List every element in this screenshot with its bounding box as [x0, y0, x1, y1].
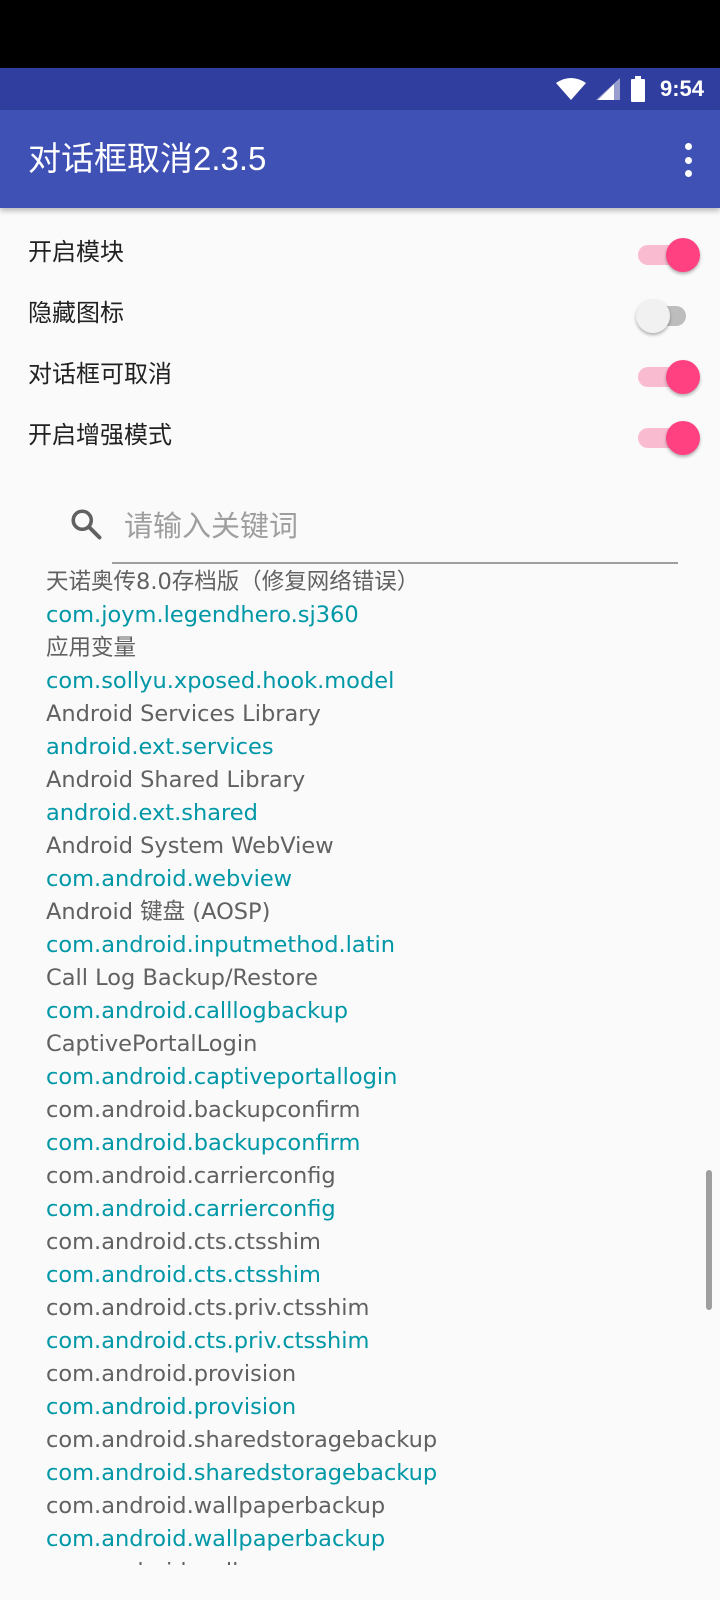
app-name: com.android.backupconfirm	[46, 1097, 361, 1123]
settings-list: 开启模块 隐藏图标 对话框可取消 开启增强模式	[0, 222, 720, 466]
app-name: CaptivePortalLogin	[46, 1031, 258, 1057]
app-package-name[interactable]: com.android.carrierconfig	[46, 1193, 686, 1226]
setting-dialog-cancelable: 对话框可取消	[0, 344, 720, 405]
app-list-item[interactable]: Android Shared Library android.ext.shared	[46, 764, 686, 830]
app-name: com.android.provision	[46, 1361, 297, 1387]
app-name: com.android.carrierconfig	[46, 1163, 336, 1189]
search-icon	[71, 509, 102, 540]
dialog-cancelable-switch[interactable]	[638, 360, 700, 394]
hide-icon-switch[interactable]	[636, 299, 686, 333]
app-list-item[interactable]: com.android.carrierconfig com.android.car…	[46, 1160, 686, 1226]
app-list-item[interactable]: 天诺奥传8.0存档版（修复网络错误） com.joym.legendhero.sj…	[46, 566, 686, 632]
app-name: com.android.sharedstoragebackup	[46, 1427, 438, 1453]
app-package-name[interactable]: com.android.inputmethod.latin	[46, 929, 686, 962]
setting-enable-module: 开启模块	[0, 222, 720, 283]
search-underline	[112, 562, 678, 564]
setting-label: 开启增强模式	[28, 421, 172, 449]
status-bar: 9:54	[0, 68, 720, 110]
clock-time: 9:54	[659, 76, 704, 101]
wifi-icon	[555, 78, 586, 100]
app-name: Call Log Backup/Restore	[46, 965, 318, 991]
app-name: Android 键盘 (AOSP)	[46, 899, 271, 925]
app-bar: 对话框取消2.3.5	[0, 110, 720, 208]
app-list-item[interactable]: com.android.wallpaperbackup com.android.w…	[46, 1490, 686, 1556]
top-black-bar	[0, 0, 720, 68]
app-list-item[interactable]: com.android.sharedstoragebackup com.andro…	[46, 1424, 686, 1490]
app-list-item[interactable]: com.android.wallpapercropper	[46, 1556, 686, 1565]
app-package-name[interactable]: com.android.cts.ctsshim	[46, 1259, 686, 1292]
setting-enhanced-mode: 开启增强模式	[0, 405, 720, 466]
app-list-item[interactable]: com.android.provision com.android.provisi…	[46, 1358, 686, 1424]
battery-icon	[630, 76, 645, 102]
setting-label: 对话框可取消	[28, 360, 172, 388]
app-name: 天诺奥传8.0存档版（修复网络错误）	[46, 569, 420, 595]
app-package-name[interactable]: android.ext.services	[46, 731, 686, 764]
app-list-item[interactable]: CaptivePortalLogin com.android.captivepor…	[46, 1028, 686, 1094]
overflow-menu-icon[interactable]	[680, 143, 696, 177]
app-package-name[interactable]: com.android.wallpaperbackup	[46, 1523, 686, 1556]
app-list-item[interactable]: Call Log Backup/Restore com.android.calll…	[46, 962, 686, 1028]
app-list-item[interactable]: Android 键盘 (AOSP) com.android.inputmethod…	[46, 896, 686, 962]
app-list-item[interactable]: Android Services Library android.ext.serv…	[46, 698, 686, 764]
scrollbar[interactable]	[706, 1170, 712, 1310]
app-list-item[interactable]: com.android.cts.ctsshim com.android.cts.c…	[46, 1226, 686, 1292]
setting-label: 隐藏图标	[28, 299, 124, 327]
app-package-name[interactable]: android.ext.shared	[46, 797, 686, 830]
app-name: Android Services Library	[46, 701, 321, 727]
app-list-item[interactable]: com.android.backupconfirm com.android.bac…	[46, 1094, 686, 1160]
app-name: com.android.wallpapercropper	[46, 1556, 686, 1565]
app-package-name[interactable]: com.android.calllogbackup	[46, 995, 686, 1028]
setting-label: 开启模块	[28, 238, 124, 266]
app-package-name[interactable]: com.sollyu.xposed.hook.model	[46, 665, 686, 698]
app-name: Android System WebView	[46, 833, 334, 859]
cell-signal-icon	[595, 78, 620, 100]
app-package-name[interactable]: com.android.backupconfirm	[46, 1127, 686, 1160]
app-package-name[interactable]: com.android.webview	[46, 863, 686, 896]
app-name: com.android.cts.ctsshim	[46, 1229, 321, 1255]
status-icons: 9:54	[555, 68, 704, 110]
search-input[interactable]	[112, 490, 678, 562]
app-list-item[interactable]: com.android.cts.priv.ctsshim com.android.…	[46, 1292, 686, 1358]
app-list-item[interactable]: Android System WebView com.android.webvie…	[46, 830, 686, 896]
setting-hide-icon: 隐藏图标	[0, 283, 720, 344]
app-package-name[interactable]: com.joym.legendhero.sj360	[46, 599, 686, 632]
app-title: 对话框取消2.3.5	[28, 140, 267, 177]
app-package-name[interactable]: com.android.cts.priv.ctsshim	[46, 1325, 686, 1358]
app-package-name[interactable]: com.android.sharedstoragebackup	[46, 1457, 686, 1490]
app-package-name[interactable]: com.android.provision	[46, 1391, 686, 1424]
app-list-item[interactable]: 应用变量 com.sollyu.xposed.hook.model	[46, 632, 686, 698]
app-name: com.android.cts.priv.ctsshim	[46, 1295, 370, 1321]
enhanced-mode-switch[interactable]	[638, 421, 700, 455]
app-list[interactable]: 天诺奥传8.0存档版（修复网络错误） com.joym.legendhero.sj…	[46, 566, 686, 1565]
search-box	[60, 490, 680, 564]
app-name: Android Shared Library	[46, 767, 306, 793]
app-name: com.android.wallpaperbackup	[46, 1493, 386, 1519]
app-name: 应用变量	[46, 635, 137, 661]
enable-module-switch[interactable]	[638, 238, 700, 272]
app-package-name[interactable]: com.android.captiveportallogin	[46, 1061, 686, 1094]
